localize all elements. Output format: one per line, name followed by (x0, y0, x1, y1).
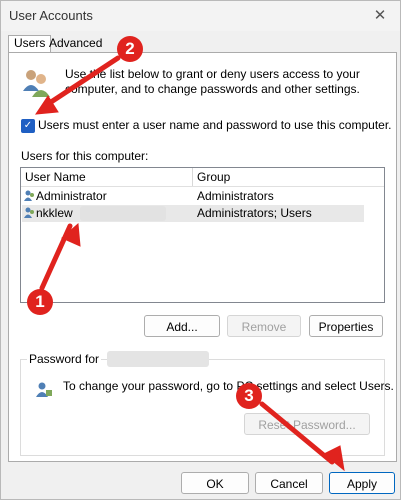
annotation-badge-1: 1 (27, 289, 53, 315)
annotation-badge-2: 2 (117, 36, 143, 62)
annotation-badge-3: 3 (236, 383, 262, 409)
annotation-arrows (35, 55, 345, 472)
